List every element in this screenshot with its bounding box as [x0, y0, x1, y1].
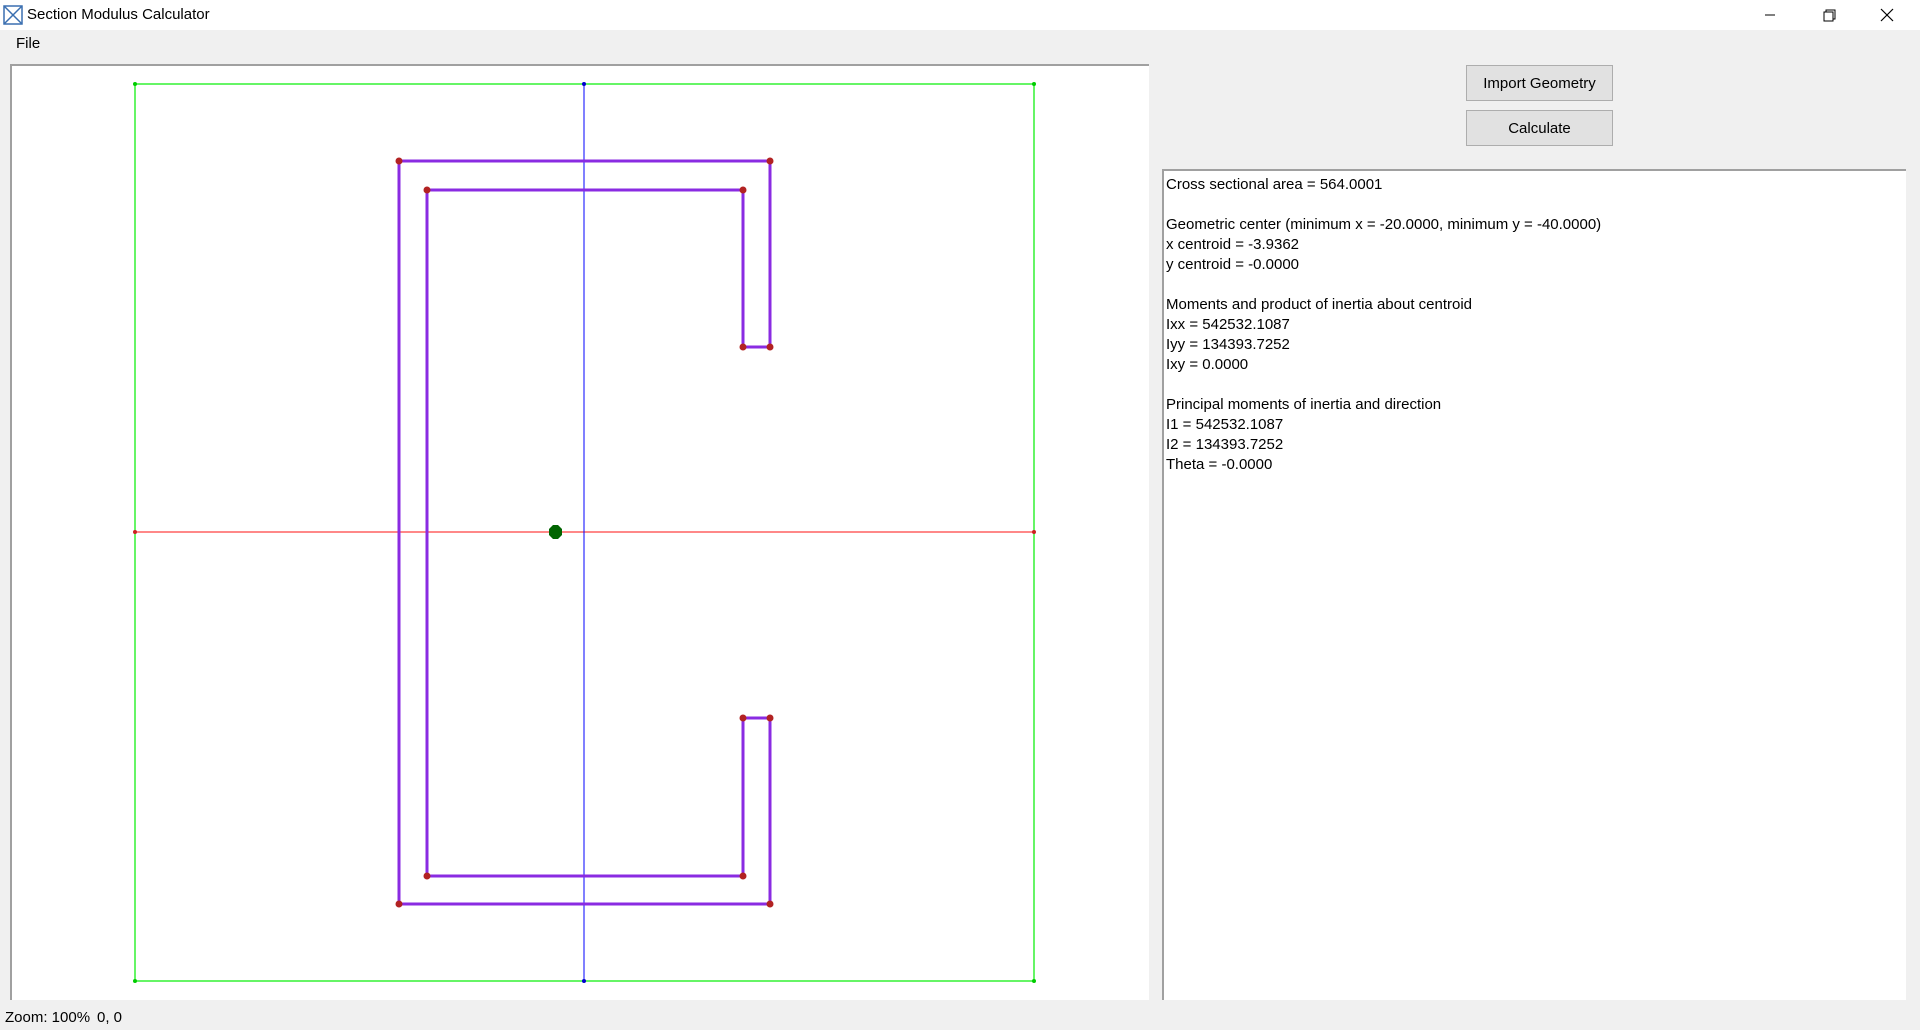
zoom-level: Zoom: 100%: [5, 1009, 91, 1026]
restore-icon: [1823, 9, 1835, 21]
minimize-button[interactable]: [1741, 0, 1799, 30]
results-line: [1166, 195, 1904, 215]
results-line: y centroid = -0.0000: [1166, 256, 1300, 273]
geometry-canvas[interactable]: [10, 64, 1149, 1000]
results-line: Iyy = 134393.7252: [1166, 336, 1290, 353]
minimize-icon: [1765, 14, 1775, 16]
results-line: Moments and product of inertia about cen…: [1166, 296, 1473, 313]
results-line: Cross sectional area = 564.0001: [1166, 176, 1383, 193]
close-icon: [1880, 8, 1894, 22]
centroid-marker: [549, 525, 562, 539]
results-line: x centroid = -3.9362: [1166, 236, 1300, 253]
results-line: I2 = 134393.7252: [1166, 436, 1284, 453]
close-button[interactable]: [1858, 0, 1916, 30]
import-geometry-button[interactable]: Import Geometry: [1466, 65, 1613, 101]
geometry-drawing: [133, 82, 1036, 983]
results-line: [1166, 275, 1904, 295]
results-line: Principal moments of inertia and directi…: [1166, 396, 1442, 413]
results-line: Ixx = 542532.1087: [1166, 316, 1290, 333]
cursor-coordinates: 0, 0: [97, 1009, 123, 1026]
calculate-button[interactable]: Calculate: [1466, 110, 1613, 146]
results-line: Geometric center (minimum x = -20.0000, …: [1166, 216, 1602, 233]
restore-button[interactable]: [1800, 0, 1858, 30]
results-line: [1166, 375, 1904, 395]
results-line: Theta = -0.0000: [1166, 456, 1273, 473]
results-line: Ixy = 0.0000: [1166, 356, 1249, 373]
status-bar: Zoom: 100% 0, 0: [0, 1004, 1920, 1030]
results-textbox[interactable]: Cross sectional area = 564.0001 Geometri…: [1162, 169, 1906, 1000]
results-line: I1 = 542532.1087: [1166, 416, 1284, 433]
